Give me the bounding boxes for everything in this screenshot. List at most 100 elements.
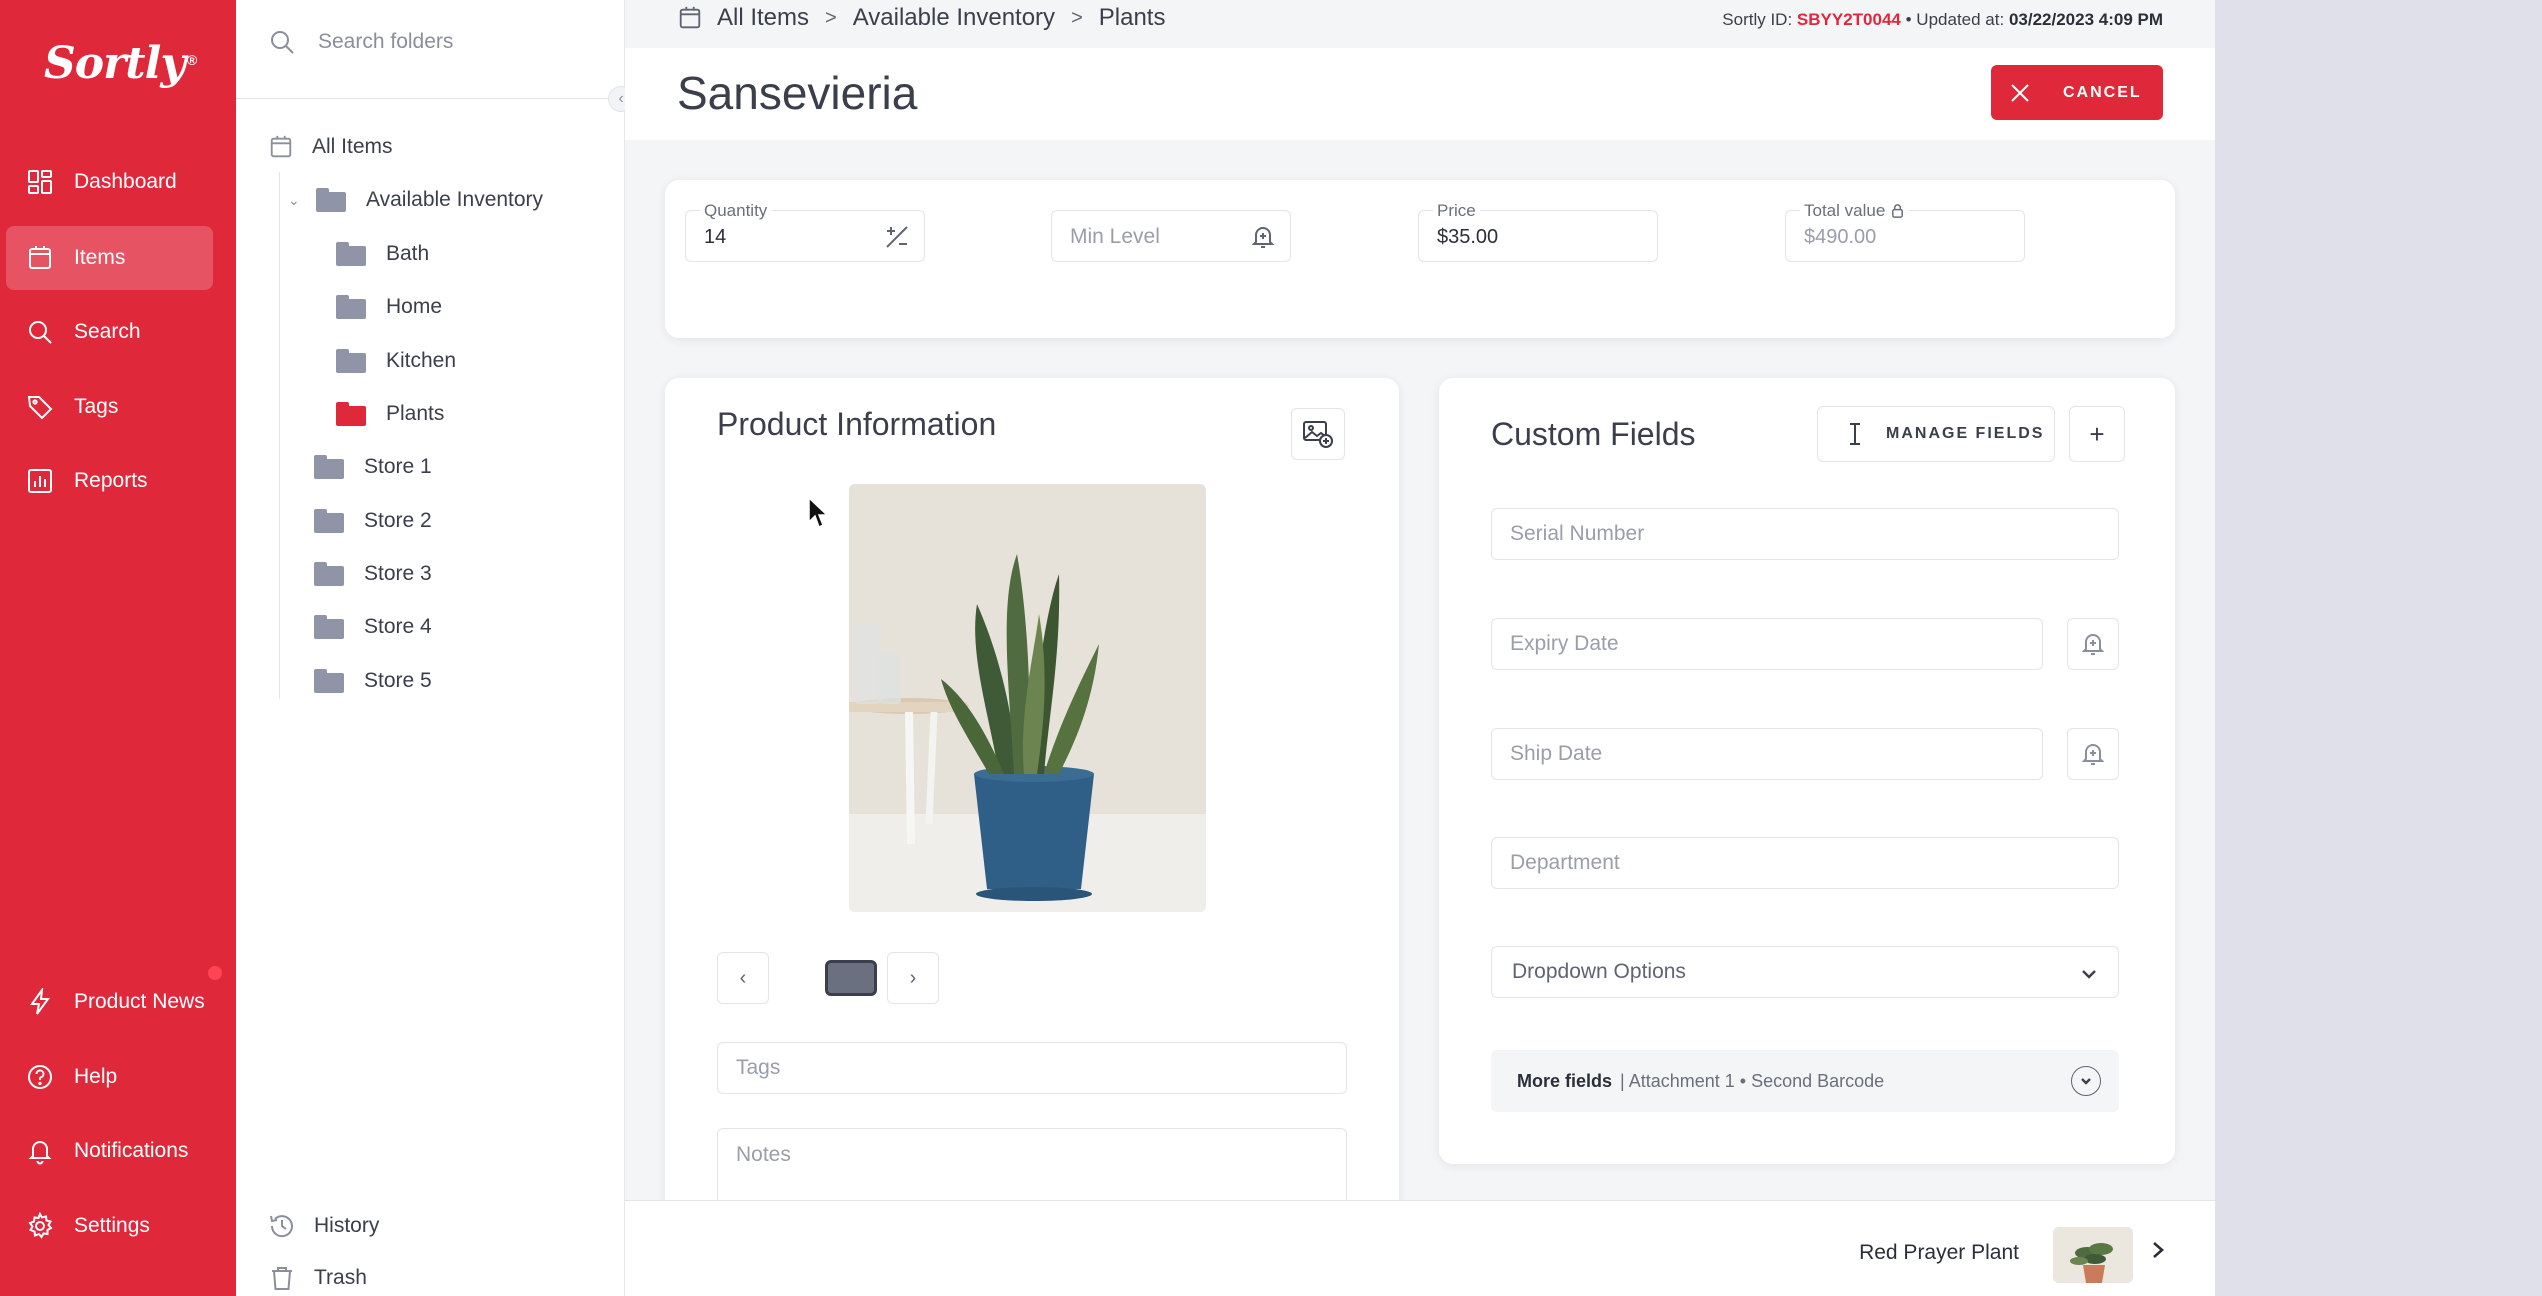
history-link[interactable]: History [268,1212,379,1240]
nav-item-help[interactable]: Help [6,1045,213,1109]
expiry-alert-button[interactable] [2067,618,2119,670]
folder-panel: ‹ All Items ⌄ Available Inventory Bath H… [236,0,634,1296]
nav-label: Notifications [74,1139,189,1162]
breadcrumb-separator-icon: > [1071,6,1083,29]
quantity-label: Quantity [700,201,772,221]
serial-number-field[interactable]: Serial Number [1491,508,2119,560]
breadcrumb: All Items > Available Inventory > Plants [677,4,1165,32]
breadcrumb-all-items[interactable]: All Items [717,4,809,32]
add-photo-button[interactable] [1291,408,1345,460]
item-title[interactable]: Sansevieria [677,66,917,120]
chevron-right-icon[interactable] [2147,1239,2169,1261]
dashboard-icon [28,170,52,194]
nav-item-search[interactable]: Search [6,300,213,364]
sortly-id: SBYY2T0044 [1796,10,1901,29]
nav-label: Items [74,246,126,269]
folder-label: Available Inventory [366,188,544,211]
next-item-name[interactable]: Red Prayer Plant [1859,1241,2019,1265]
chevron-left-icon: ‹ [739,966,747,989]
folder-store-2[interactable]: Store 2 [314,501,432,541]
ship-alert-button[interactable] [2067,728,2119,780]
history-label: History [314,1214,380,1237]
folder-icon [314,455,344,479]
folder-label: Store 1 [364,455,432,478]
folder-store-1[interactable]: Store 1 [314,447,432,487]
nav-label: Dashboard [74,170,177,193]
quantity-field[interactable]: Quantity 14 [685,201,925,262]
bell-plus-icon [2081,634,2105,655]
nav-item-dashboard[interactable]: Dashboard [6,150,213,214]
mouse-cursor-icon [808,496,829,529]
folder-kitchen[interactable]: Kitchen [336,341,456,381]
nav-item-settings[interactable]: Settings [6,1194,213,1258]
quantity-card: Quantity 14 Min Level Price $35.00 Total… [665,180,2175,338]
min-level-field[interactable]: Min Level [1051,210,1291,262]
search-icon [271,31,294,54]
nav-item-notifications[interactable]: Notifications [6,1119,213,1183]
breadcrumb-available-inventory[interactable]: Available Inventory [853,4,1055,32]
bell-plus-icon[interactable] [1250,224,1276,250]
trash-icon [272,1267,292,1290]
folder-icon [336,242,366,266]
text-cursor-icon [1850,423,1860,445]
cancel-label: CANCEL [2063,83,2142,101]
gear-icon [28,1212,53,1239]
manage-fields-label: MANAGE FIELDS [1886,425,2045,442]
nav-item-items[interactable]: Items [6,226,213,290]
next-item-thumbnail[interactable] [2053,1227,2133,1283]
folder-bath[interactable]: Bath [336,234,429,274]
nav-item-product-news[interactable]: Product News [6,970,213,1034]
folder-label: Plants [386,402,445,425]
folder-search-input[interactable] [318,30,578,54]
folder-store-5[interactable]: Store 5 [314,661,432,701]
cancel-button[interactable]: CANCEL [1991,65,2163,120]
add-field-button[interactable]: + [2069,406,2125,462]
chevron-down-icon[interactable]: ⌄ [288,192,302,209]
department-field[interactable]: Department [1491,837,2119,889]
next-photo-button[interactable]: › [887,952,939,1004]
breadcrumb-plants[interactable]: Plants [1099,4,1166,32]
bell-icon [28,1141,52,1165]
previous-photo-button[interactable]: ‹ [717,952,769,1004]
tags-placeholder: Tags [736,1056,781,1079]
nav-item-tags[interactable]: Tags [6,375,213,439]
nav-item-reports[interactable]: Reports [6,449,213,513]
manage-fields-button[interactable]: MANAGE FIELDS [1817,406,2055,462]
more-fields-toggle[interactable]: More fields | Attachment 1 • Second Barc… [1491,1050,2119,1112]
folder-icon [336,402,366,426]
folder-icon [336,349,366,373]
folder-label: All Items [312,135,393,158]
dropdown-options-select[interactable]: Dropdown Options [1491,946,2119,998]
history-icon [270,1215,293,1238]
ship-date-field[interactable]: Ship Date [1491,728,2043,780]
more-fields-detail: | Attachment 1 • Second Barcode [1620,1070,1885,1091]
folder-store-4[interactable]: Store 4 [314,607,432,647]
tags-field[interactable]: Tags [717,1042,1347,1094]
chevron-down-icon [2082,970,2096,979]
items-icon [270,135,292,158]
photo-thumbnail[interactable] [825,960,877,996]
plus-minus-icon[interactable] [884,224,910,250]
folder-store-3[interactable]: Store 3 [314,554,432,594]
ship-date-placeholder: Ship Date [1510,742,1603,765]
folder-home[interactable]: Home [336,287,442,327]
price-field[interactable]: Price $35.00 [1418,201,1658,262]
product-photo[interactable] [849,484,1206,912]
trash-link[interactable]: Trash [268,1264,367,1292]
sortly-logo[interactable]: Sortly ® [44,38,197,89]
prayer-plant-image [2053,1227,2133,1283]
price-label: Price [1433,201,1480,221]
folder-icon [316,188,346,212]
folder-label: Store 3 [364,562,432,585]
total-value: $490.00 [1804,226,1877,248]
expiry-date-field[interactable]: Expiry Date [1491,618,2043,670]
more-fields-label: More fields [1517,1070,1613,1091]
news-badge [206,964,224,982]
tree-line [279,172,280,699]
folder-available-inventory[interactable]: ⌄ Available Inventory [288,180,543,220]
expiry-date-placeholder: Expiry Date [1510,632,1619,655]
folder-all-items[interactable]: All Items [268,127,393,167]
items-icon [679,6,701,29]
chevron-left-icon: ‹ [618,90,624,107]
folder-plants[interactable]: Plants [336,394,444,434]
